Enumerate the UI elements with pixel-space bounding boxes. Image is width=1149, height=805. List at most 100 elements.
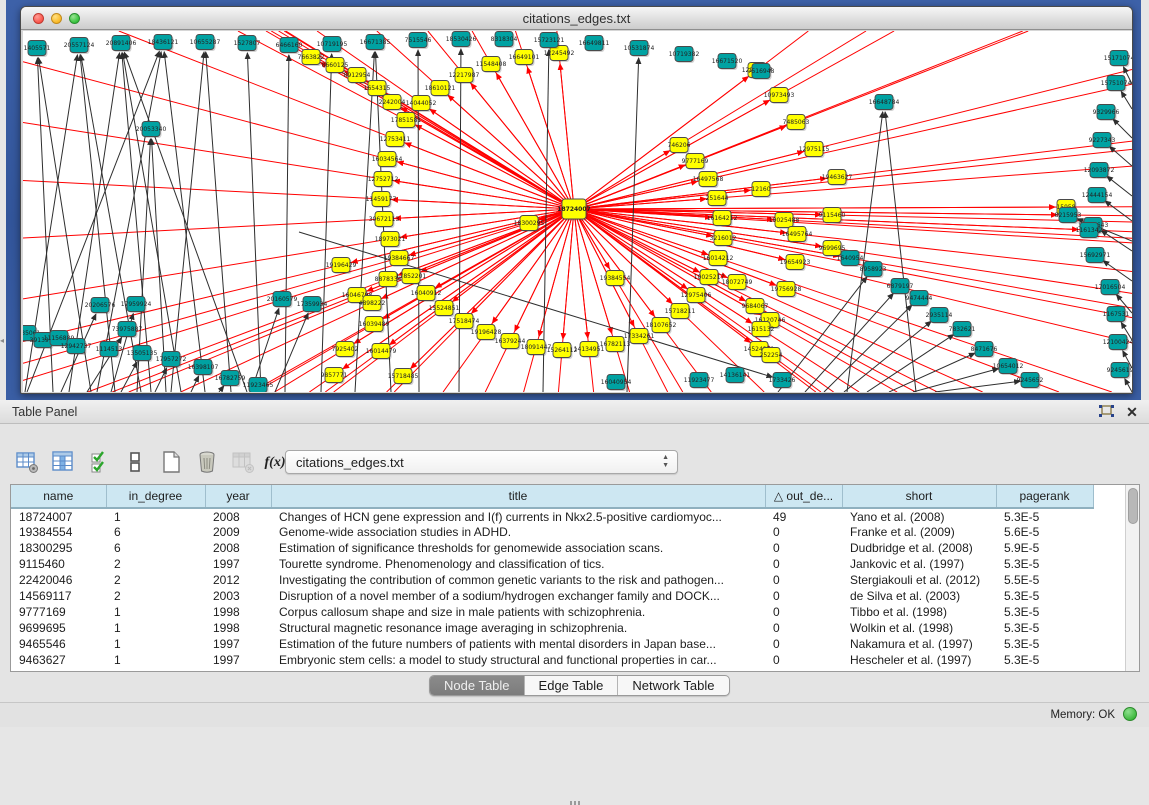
table-cell[interactable]: 2	[106, 572, 205, 588]
graph-node[interactable]	[374, 172, 392, 187]
graph-node[interactable]	[841, 251, 859, 266]
table-cell[interactable]: Changes of HCN gene expression and I(f) …	[271, 508, 765, 524]
graph-node[interactable]	[368, 81, 386, 96]
table-cell[interactable]: 5.6E-5	[996, 524, 1093, 540]
select-rows-icon[interactable]	[88, 450, 114, 476]
tab-edge-table[interactable]: Edge Table	[525, 676, 619, 695]
table-cell[interactable]: 9463627	[11, 652, 106, 668]
graph-node[interactable]	[142, 122, 160, 137]
graph-node[interactable]	[366, 35, 384, 50]
table-row[interactable]: 1938455462009Genome-wide association stu…	[11, 524, 1093, 540]
graph-node[interactable]	[1107, 76, 1125, 91]
graph-node[interactable]	[495, 32, 513, 47]
table-cell[interactable]: Estimation of significance thresholds fo…	[271, 540, 765, 556]
graph-edge[interactable]	[405, 143, 574, 209]
table-cell[interactable]: Tibbo et al. (1998)	[842, 604, 996, 620]
graph-node[interactable]	[386, 132, 404, 147]
table-cell[interactable]: 2012	[205, 572, 271, 588]
table-cell[interactable]: Yano et al. (2008)	[842, 508, 996, 524]
table-cell[interactable]: 0	[765, 556, 842, 572]
table-cell[interactable]: 2	[106, 588, 205, 604]
table-cell[interactable]: 2	[106, 556, 205, 572]
table-cell[interactable]: 9115460	[11, 556, 106, 572]
table-cell[interactable]: Dudbridge et al. (2008)	[842, 540, 996, 556]
graph-node[interactable]	[363, 296, 381, 311]
graph-node[interactable]	[752, 322, 770, 337]
table-cell[interactable]: 1	[106, 636, 205, 652]
graph-edge[interactable]	[889, 353, 975, 392]
graph-edge[interactable]	[430, 109, 574, 209]
new-file-icon[interactable]	[158, 450, 184, 476]
graph-node[interactable]	[540, 33, 558, 48]
graph-node[interactable]	[455, 68, 473, 83]
graph-node[interactable]	[402, 269, 420, 284]
table-cell[interactable]: Structural magnetic resonance image aver…	[271, 620, 765, 636]
table-cell[interactable]: 22420046	[11, 572, 106, 588]
table-row[interactable]: 1872400712008Changes of HCN gene express…	[11, 508, 1093, 524]
graph-node[interactable]	[127, 297, 145, 312]
graph-node[interactable]	[303, 297, 321, 312]
table-cell[interactable]: 1997	[205, 636, 271, 652]
graph-node[interactable]	[34, 333, 52, 348]
graph-node[interactable]	[585, 36, 603, 51]
table-cell[interactable]: 2009	[205, 524, 271, 540]
graph-node[interactable]	[726, 368, 744, 383]
graph-node[interactable]	[700, 270, 718, 285]
graph-node[interactable]	[1059, 208, 1077, 223]
table-cell[interactable]: 1997	[205, 652, 271, 668]
graph-node[interactable]	[975, 342, 993, 357]
graph-node[interactable]	[930, 308, 948, 323]
graph-edge[interactable]	[124, 52, 247, 392]
graph-node[interactable]	[221, 371, 239, 386]
graph-node[interactable]	[770, 88, 788, 103]
table-row[interactable]: 1456911722003Disruption of a novel membe…	[11, 588, 1093, 604]
graph-node[interactable]	[708, 191, 726, 206]
graph-edge[interactable]	[1107, 176, 1132, 196]
graph-node[interactable]	[1090, 163, 1108, 178]
graph-node[interactable]	[154, 35, 172, 50]
graph-node[interactable]	[762, 348, 780, 363]
graph-node[interactable]	[746, 299, 764, 314]
graph-node[interactable]	[118, 322, 136, 337]
graph-edge[interactable]	[574, 207, 1055, 209]
panel-collapse-handle[interactable]: ◂	[0, 334, 6, 348]
graph-node[interactable]	[1021, 373, 1039, 388]
table-cell[interactable]: 5.3E-5	[996, 620, 1093, 636]
graph-edge[interactable]	[398, 209, 574, 275]
tab-node-table[interactable]: Node Table	[430, 676, 525, 695]
graph-node[interactable]	[383, 95, 401, 110]
table-cell[interactable]: Genome-wide association studies in ADHD.	[271, 524, 765, 540]
graph-node[interactable]	[1097, 105, 1115, 120]
table-cell[interactable]: Estimation of the future numbers of pati…	[271, 636, 765, 652]
graph-node[interactable]	[348, 68, 366, 83]
float-window-icon[interactable]	[1098, 404, 1115, 420]
graph-node[interactable]	[606, 337, 624, 352]
graph-node[interactable]	[133, 346, 151, 361]
table-cell[interactable]: 14569117	[11, 588, 106, 604]
graph-node[interactable]	[325, 368, 343, 383]
graph-node[interactable]	[394, 369, 412, 384]
graph-edge[interactable]	[401, 108, 574, 209]
table-cell[interactable]: 6	[106, 524, 205, 540]
graph-node[interactable]	[520, 216, 538, 231]
table-cell[interactable]: 1997	[205, 556, 271, 572]
graph-node[interactable]	[1107, 307, 1125, 322]
table-row[interactable]: 1830029562008Estimation of significance …	[11, 540, 1093, 556]
close-icon[interactable]: ✕	[1124, 403, 1140, 421]
graph-node[interactable]	[823, 241, 841, 256]
graph-node[interactable]	[805, 142, 823, 157]
graph-node[interactable]	[787, 115, 805, 130]
graph-node[interactable]	[381, 232, 399, 247]
table-cell[interactable]: de Silva et al. (2003)	[842, 588, 996, 604]
graph-node[interactable]	[435, 301, 453, 316]
table-cell[interactable]: 1	[106, 604, 205, 620]
graph-node[interactable]	[713, 211, 731, 226]
graph-node[interactable]	[249, 378, 267, 393]
column-header-indegree[interactable]: in_degree	[106, 485, 205, 508]
graph-node[interactable]	[875, 95, 893, 110]
table-scrollbar[interactable]	[1125, 485, 1140, 671]
graph-node[interactable]	[452, 32, 470, 47]
graph-node[interactable]	[1086, 248, 1104, 263]
graph-node[interactable]	[372, 192, 390, 207]
graph-node[interactable]	[553, 343, 571, 358]
